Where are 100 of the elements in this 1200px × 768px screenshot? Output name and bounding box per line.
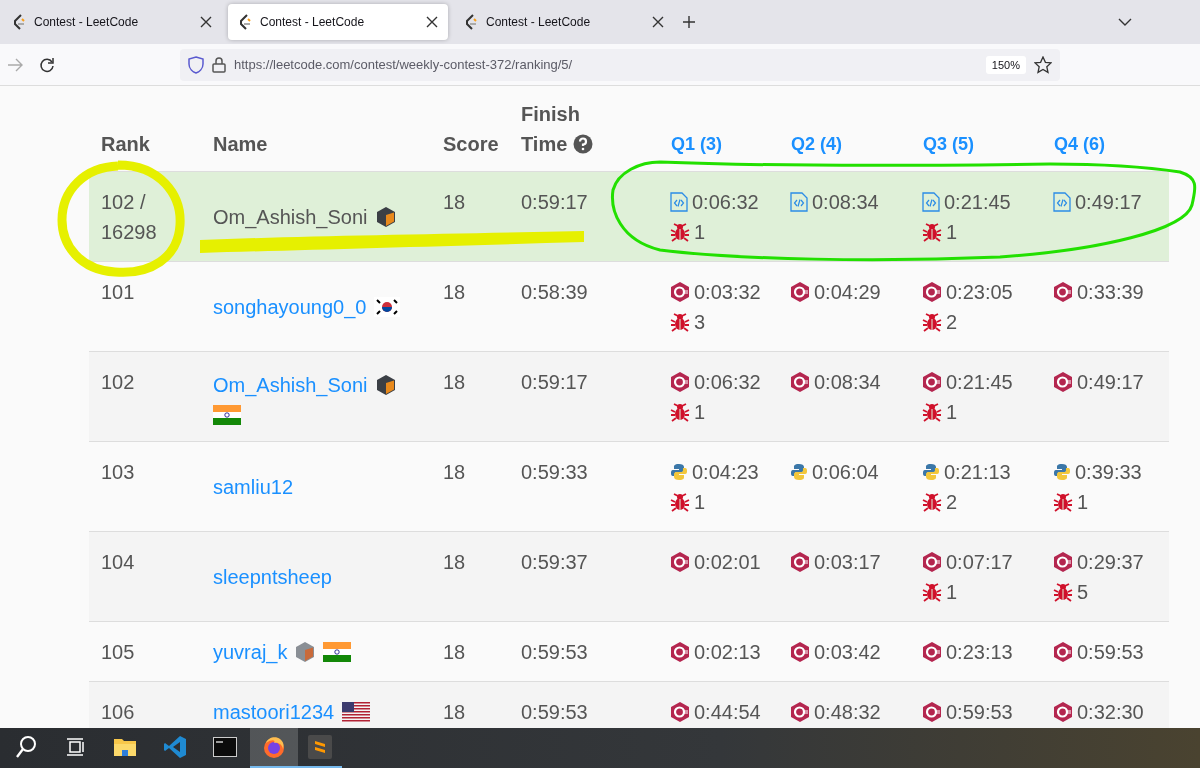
folder-icon[interactable] xyxy=(113,737,137,757)
cpp-icon xyxy=(670,701,690,723)
rank-text: 106 xyxy=(101,700,136,725)
reload-icon[interactable] xyxy=(39,56,55,73)
solve-time: 0:29:37 xyxy=(1077,550,1144,575)
question-link[interactable]: Q1 (3) xyxy=(642,129,774,159)
finish-time-cell-text: 0:59:17 xyxy=(520,370,589,395)
finish-time-cell-text: 0:58:39 xyxy=(520,280,589,305)
wrong-attempts-count: 1 xyxy=(946,220,958,245)
cpp-icon xyxy=(670,641,690,663)
cpp-icon xyxy=(790,641,810,663)
solve-time: 0:32:30 xyxy=(1077,700,1144,725)
badge-icon xyxy=(375,206,396,228)
lock-icon[interactable] xyxy=(212,56,226,73)
wrong-attempts-count: 1 xyxy=(946,580,958,605)
score-cell-text: 18 xyxy=(442,460,467,485)
user-name[interactable]: songhayoung0_0 xyxy=(213,292,367,322)
address-bar[interactable]: https://leetcode.com/contest/weekly-contest-372/ranking/5/ 150% xyxy=(180,48,1060,81)
close-icon[interactable] xyxy=(652,16,664,28)
score-cell-text: 18 xyxy=(442,550,467,575)
help-icon[interactable] xyxy=(573,134,594,154)
browser-tab[interactable]: Contest - LeetCode xyxy=(228,4,448,40)
wrong-attempts-count: 2 xyxy=(946,310,958,335)
wrong-attempts-count: 1 xyxy=(694,400,706,425)
solve-time: 0:08:34 xyxy=(812,190,879,215)
column-header: Name xyxy=(212,132,269,157)
solve-time: 0:23:05 xyxy=(946,280,1013,305)
url-text: https://leetcode.com/contest/weekly-contest-372/ranking/5/ xyxy=(234,57,574,72)
zoom-level[interactable]: 150% xyxy=(985,55,1026,74)
flag-icon xyxy=(323,642,352,662)
firefox-icon[interactable] xyxy=(262,735,286,759)
solve-time: 0:49:17 xyxy=(1077,370,1144,395)
cpp-icon xyxy=(922,641,942,663)
solve-time: 0:33:39 xyxy=(1077,280,1144,305)
rank-text: 104 xyxy=(101,550,136,575)
task-view-icon[interactable] xyxy=(66,738,86,756)
solve-time: 0:03:42 xyxy=(814,640,881,665)
vscode-icon[interactable] xyxy=(163,735,187,759)
tab-title: Contest - LeetCode xyxy=(260,15,366,29)
close-icon[interactable] xyxy=(426,16,438,28)
column-header: Finish xyxy=(521,102,581,127)
solve-time: 0:49:17 xyxy=(1075,190,1142,215)
bug-icon xyxy=(1053,492,1073,512)
solve-time: 0:23:13 xyxy=(946,640,1013,665)
solve-time: 0:04:23 xyxy=(692,460,759,485)
finish-time-cell-text: 0:59:37 xyxy=(520,550,589,575)
star-icon[interactable] xyxy=(1034,55,1052,74)
wrong-attempts-count: 1 xyxy=(946,400,958,425)
terminal-icon[interactable] xyxy=(213,737,237,757)
user-name[interactable]: samliu12 xyxy=(213,472,294,502)
rank-text: 105 xyxy=(101,640,136,665)
bug-icon xyxy=(1053,582,1073,602)
python-icon xyxy=(790,463,808,481)
wrong-attempts-count: 2 xyxy=(946,490,958,515)
question-link[interactable]: Q3 (5) xyxy=(906,129,1037,159)
close-icon[interactable] xyxy=(200,16,212,28)
solve-time: 0:06:32 xyxy=(694,370,761,395)
python-icon xyxy=(922,463,940,481)
flag-icon xyxy=(213,404,241,425)
search-icon[interactable] xyxy=(15,735,37,759)
bug-icon xyxy=(922,582,942,602)
user-name[interactable]: Om_Ashish_Soni xyxy=(213,369,368,400)
cpp-icon xyxy=(922,551,942,573)
own-name: Om_Ashish_Soni xyxy=(213,205,368,231)
wrong-attempts-count: 1 xyxy=(694,220,706,245)
finish-time-cell-text: 0:59:17 xyxy=(520,190,589,215)
rank-text: 102 / xyxy=(101,190,147,215)
user-name[interactable]: sleepntsheep xyxy=(213,562,332,592)
column-header: Rank xyxy=(100,132,151,157)
score-cell-text: 18 xyxy=(442,640,467,665)
cpp-icon xyxy=(790,701,810,723)
browser-tab[interactable]: Contest - LeetCode xyxy=(2,4,222,40)
new-tab-icon[interactable] xyxy=(682,15,696,29)
column-header: Time xyxy=(521,132,568,157)
bug-icon xyxy=(670,402,690,422)
cpp-icon xyxy=(1053,701,1073,723)
tab-title: Contest - LeetCode xyxy=(486,15,592,29)
solve-time: 0:04:29 xyxy=(814,280,881,305)
bug-icon xyxy=(922,222,942,242)
leetcode-logo-icon xyxy=(238,14,252,30)
chevron-down-icon[interactable] xyxy=(1118,18,1132,26)
flag-icon xyxy=(374,297,401,317)
cpp-icon xyxy=(790,281,810,303)
shield-icon[interactable] xyxy=(188,55,204,74)
cpp-icon xyxy=(1053,551,1073,573)
solve-time: 0:44:54 xyxy=(694,700,761,725)
user-name[interactable]: mastoori1234 xyxy=(213,697,335,727)
question-link[interactable]: Q2 (4) xyxy=(774,129,906,159)
code-file-icon xyxy=(670,192,688,212)
user-name[interactable]: yuvraj_k xyxy=(213,637,288,667)
solve-time: 0:03:17 xyxy=(814,550,881,575)
cpp-icon xyxy=(1053,281,1073,303)
solve-time: 0:02:01 xyxy=(694,550,761,575)
wrong-attempts-count: 1 xyxy=(1077,490,1089,515)
python-icon xyxy=(670,463,688,481)
sublime-text-icon[interactable] xyxy=(308,735,332,759)
bug-icon xyxy=(670,222,690,242)
question-link[interactable]: Q4 (6) xyxy=(1037,129,1169,159)
solve-time: 0:39:33 xyxy=(1075,460,1142,485)
browser-tab[interactable]: Contest - LeetCode xyxy=(454,4,674,40)
